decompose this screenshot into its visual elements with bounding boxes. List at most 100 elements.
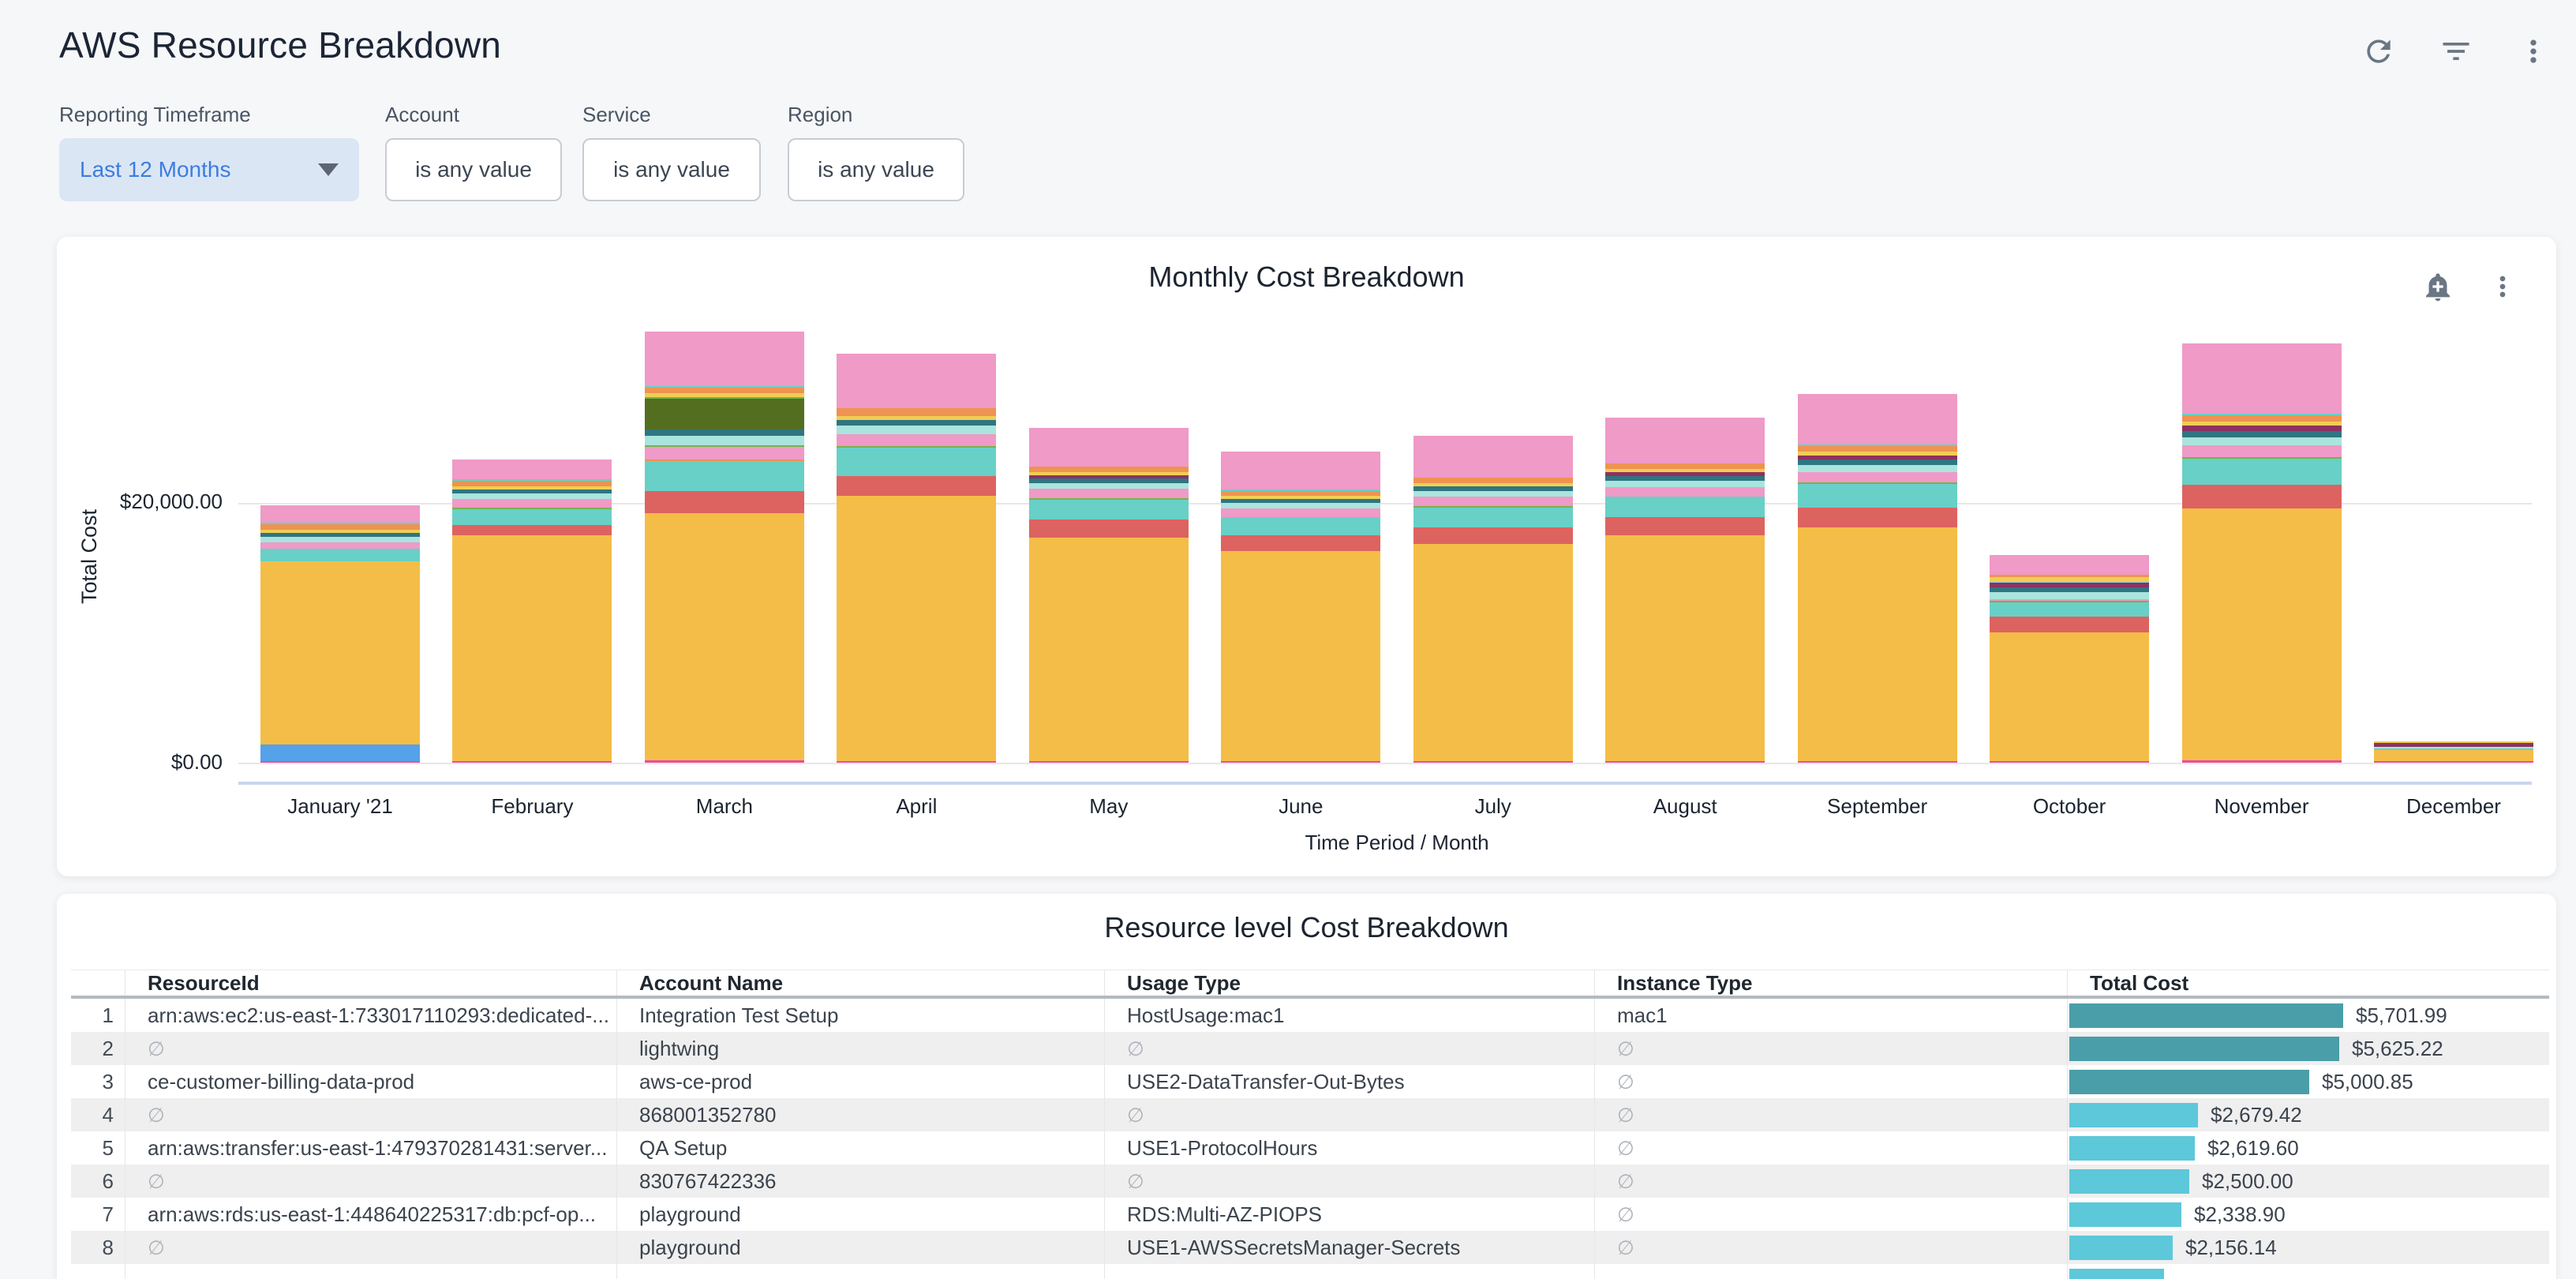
bar-segment[interactable] bbox=[1029, 467, 1189, 472]
bar-segment[interactable] bbox=[1990, 617, 2149, 632]
bar-segment[interactable] bbox=[1798, 508, 1957, 527]
bar-segment[interactable] bbox=[1413, 761, 1573, 763]
bar-segment[interactable] bbox=[452, 499, 612, 508]
service-filter-box[interactable]: is any value bbox=[582, 138, 761, 201]
column-header-usage-type[interactable]: Usage Type bbox=[1104, 970, 1594, 996]
bar-segment[interactable] bbox=[1413, 491, 1573, 497]
table-row[interactable]: 8∅playgroundUSE1-AWSSecretsManager-Secre… bbox=[71, 1231, 2549, 1264]
bar-segment[interactable] bbox=[837, 434, 996, 446]
bar-segment[interactable] bbox=[2182, 760, 2342, 763]
bar-segment[interactable] bbox=[452, 761, 612, 763]
bar-segment[interactable] bbox=[260, 561, 420, 745]
bar-segment[interactable] bbox=[1990, 592, 2149, 599]
table-row[interactable]: 4∅868001352780∅∅$2,679.42 bbox=[71, 1098, 2549, 1131]
table-row[interactable]: 3ce-customer-billing-data-prodaws-ce-pro… bbox=[71, 1065, 2549, 1098]
bar-segment[interactable] bbox=[1413, 508, 1573, 527]
bar-segment[interactable] bbox=[1221, 551, 1380, 761]
bar-october[interactable] bbox=[1990, 555, 2149, 763]
bar-segment[interactable] bbox=[452, 535, 612, 761]
bar-segment[interactable] bbox=[1221, 761, 1380, 763]
bar-segment[interactable] bbox=[2374, 761, 2533, 763]
bar-segment[interactable] bbox=[1221, 452, 1380, 489]
bar-segment[interactable] bbox=[645, 388, 804, 393]
dashboard-filters-button[interactable] bbox=[2437, 33, 2475, 71]
bar-segment[interactable] bbox=[1990, 602, 2149, 617]
table-row[interactable]: 5arn:aws:transfer:us-east-1:479370281431… bbox=[71, 1131, 2549, 1165]
bar-segment[interactable] bbox=[1605, 535, 1765, 761]
account-filter-box[interactable]: is any value bbox=[385, 138, 562, 201]
bar-segment[interactable] bbox=[1798, 484, 1957, 508]
bar-segment[interactable] bbox=[645, 491, 804, 513]
bar-segment[interactable] bbox=[2182, 445, 2342, 457]
bar-segment[interactable] bbox=[1798, 761, 1957, 763]
alert-bell-button[interactable] bbox=[2419, 268, 2457, 306]
bar-may[interactable] bbox=[1029, 428, 1189, 763]
bar-segment[interactable] bbox=[1029, 483, 1189, 489]
bar-segment[interactable] bbox=[645, 399, 804, 429]
table-row[interactable] bbox=[71, 1264, 2549, 1279]
bar-segment[interactable] bbox=[837, 476, 996, 496]
bar-segment[interactable] bbox=[1413, 497, 1573, 506]
bar-segment[interactable] bbox=[837, 354, 996, 408]
bar-segment[interactable] bbox=[837, 761, 996, 763]
bar-segment[interactable] bbox=[1798, 465, 1957, 472]
bar-segment[interactable] bbox=[645, 429, 804, 436]
bar-segment[interactable] bbox=[1605, 481, 1765, 487]
bar-segment[interactable] bbox=[1413, 544, 1573, 761]
bar-segment[interactable] bbox=[837, 448, 996, 476]
bar-june[interactable] bbox=[1221, 452, 1380, 763]
column-header-total-cost[interactable]: Total Cost bbox=[2067, 970, 2549, 996]
bar-segment[interactable] bbox=[837, 408, 996, 416]
bar-segment[interactable] bbox=[1221, 517, 1380, 535]
bar-segment[interactable] bbox=[2182, 431, 2342, 437]
bar-segment[interactable] bbox=[645, 332, 804, 386]
column-header-resourceid[interactable]: ResourceId bbox=[125, 970, 616, 996]
bar-segment[interactable] bbox=[1029, 500, 1189, 519]
table-row[interactable]: 2∅lightwing∅∅$5,625.22 bbox=[71, 1032, 2549, 1065]
bar-segment[interactable] bbox=[260, 542, 420, 549]
bar-segment[interactable] bbox=[645, 760, 804, 763]
bar-september[interactable] bbox=[1798, 394, 1957, 763]
region-filter-box[interactable]: is any value bbox=[788, 138, 964, 201]
bar-segment[interactable] bbox=[645, 447, 804, 459]
bar-april[interactable] bbox=[837, 354, 996, 763]
bar-segment[interactable] bbox=[1990, 632, 2149, 761]
table-row[interactable]: 7arn:aws:rds:us-east-1:448640225317:db:p… bbox=[71, 1198, 2549, 1231]
timeframe-dropdown[interactable]: Last 12 Months bbox=[59, 138, 359, 201]
bar-segment[interactable] bbox=[1605, 487, 1765, 497]
column-header-instance-type[interactable]: Instance Type bbox=[1594, 970, 2067, 996]
bar-segment[interactable] bbox=[452, 481, 612, 486]
bar-segment[interactable] bbox=[260, 524, 420, 530]
bar-segment[interactable] bbox=[2182, 459, 2342, 485]
bar-segment[interactable] bbox=[1798, 394, 1957, 444]
bar-segment[interactable] bbox=[260, 761, 420, 763]
bar-segment[interactable] bbox=[1029, 519, 1189, 538]
bar-segment[interactable] bbox=[1221, 503, 1380, 508]
bar-august[interactable] bbox=[1605, 418, 1765, 763]
bar-segment[interactable] bbox=[1413, 527, 1573, 544]
bar-segment[interactable] bbox=[1605, 761, 1765, 763]
bar-segment[interactable] bbox=[260, 745, 420, 761]
table-row[interactable]: 6∅830767422336∅∅$2,500.00 bbox=[71, 1165, 2549, 1198]
bar-july[interactable] bbox=[1413, 436, 1573, 763]
bar-segment[interactable] bbox=[260, 549, 420, 561]
chart-menu-button[interactable] bbox=[2484, 268, 2522, 306]
chart-range-slider[interactable] bbox=[238, 782, 2532, 785]
bar-segment[interactable] bbox=[1221, 508, 1380, 517]
bar-segment[interactable] bbox=[837, 420, 996, 426]
bar-november[interactable] bbox=[2182, 343, 2342, 763]
bar-segment[interactable] bbox=[452, 493, 612, 499]
bar-december[interactable] bbox=[2374, 741, 2533, 763]
bar-segment[interactable] bbox=[2182, 485, 2342, 508]
bar-segment[interactable] bbox=[1413, 478, 1573, 483]
bar-segment[interactable] bbox=[260, 505, 420, 523]
bar-segment[interactable] bbox=[645, 461, 804, 491]
bar-segment[interactable] bbox=[2182, 508, 2342, 760]
dashboard-menu-button[interactable] bbox=[2514, 33, 2552, 71]
bar-segment[interactable] bbox=[1798, 472, 1957, 482]
bar-segment[interactable] bbox=[1798, 459, 1957, 465]
bar-segment[interactable] bbox=[452, 509, 612, 525]
bar-segment[interactable] bbox=[1605, 418, 1765, 463]
bar-segment[interactable] bbox=[645, 513, 804, 760]
bar-segment[interactable] bbox=[1029, 489, 1189, 498]
